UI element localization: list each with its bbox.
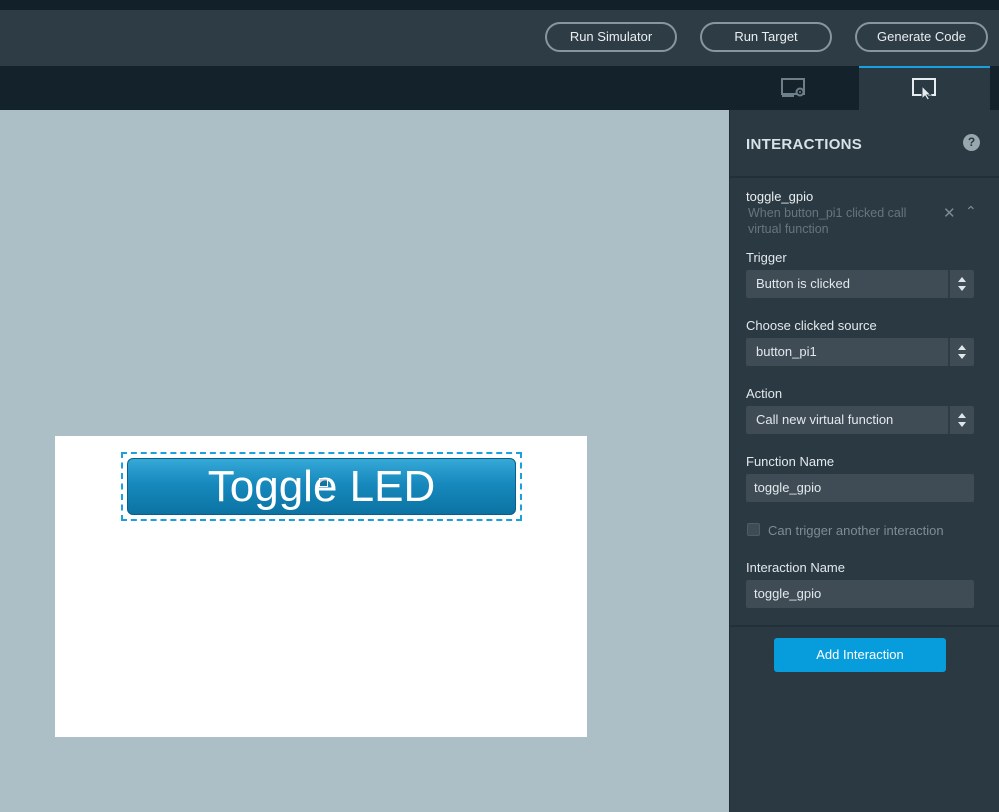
top-toolbar: Run Simulator Run Target Generate Code — [0, 10, 999, 66]
run-target-button[interactable]: Run Target — [700, 22, 832, 52]
chain-interaction-checkbox[interactable] — [747, 523, 760, 536]
help-icon[interactable]: ? — [963, 134, 980, 151]
action-label: Action — [746, 386, 783, 401]
panel-tab-bar — [0, 66, 999, 110]
chain-interaction-label: Can trigger another interaction — [768, 523, 944, 538]
interaction-name-label: Interaction Name — [746, 560, 845, 575]
action-select[interactable]: Call new virtual function — [746, 406, 974, 434]
select-arrows-icon — [948, 406, 974, 434]
display-settings-icon — [781, 78, 805, 97]
interaction-pointer-icon — [911, 78, 936, 101]
source-label: Choose clicked source — [746, 318, 877, 333]
tab-display-settings[interactable] — [729, 66, 859, 110]
screen-preview[interactable]: Toggle LED — [55, 436, 587, 737]
window-top-strip — [0, 0, 999, 10]
select-arrows-icon — [948, 270, 974, 298]
source-value: button_pi1 — [756, 344, 817, 359]
trigger-label: Trigger — [746, 250, 787, 265]
action-value: Call new virtual function — [756, 412, 894, 427]
function-name-input[interactable]: toggle_gpio — [746, 474, 974, 502]
collapse-icon[interactable]: ⌃ — [965, 203, 977, 220]
function-name-label: Function Name — [746, 454, 835, 469]
trigger-select[interactable]: Button is clicked — [746, 270, 974, 298]
delete-interaction-icon[interactable]: ✕ — [943, 204, 956, 222]
panel-divider — [730, 625, 999, 627]
selection-outline[interactable]: Toggle LED — [121, 452, 522, 521]
interaction-name[interactable]: toggle_gpio — [746, 189, 813, 204]
interactions-panel: INTERACTIONS ? toggle_gpio When button_p… — [729, 110, 999, 812]
design-canvas[interactable]: Toggle LED — [0, 110, 729, 812]
interaction-description: When button_pi1 clicked call virtual fun… — [748, 206, 907, 236]
run-simulator-button[interactable]: Run Simulator — [545, 22, 677, 52]
interaction-name-input[interactable]: toggle_gpio — [746, 580, 974, 608]
select-arrows-icon — [948, 338, 974, 366]
tab-interactions[interactable] — [859, 66, 990, 110]
source-select[interactable]: button_pi1 — [746, 338, 974, 366]
trigger-value: Button is clicked — [756, 276, 850, 291]
generate-code-button[interactable]: Generate Code — [855, 22, 988, 52]
panel-title: INTERACTIONS — [746, 136, 863, 153]
cursor-handle — [319, 478, 328, 487]
add-interaction-button[interactable]: Add Interaction — [774, 638, 946, 672]
panel-divider — [730, 176, 999, 178]
